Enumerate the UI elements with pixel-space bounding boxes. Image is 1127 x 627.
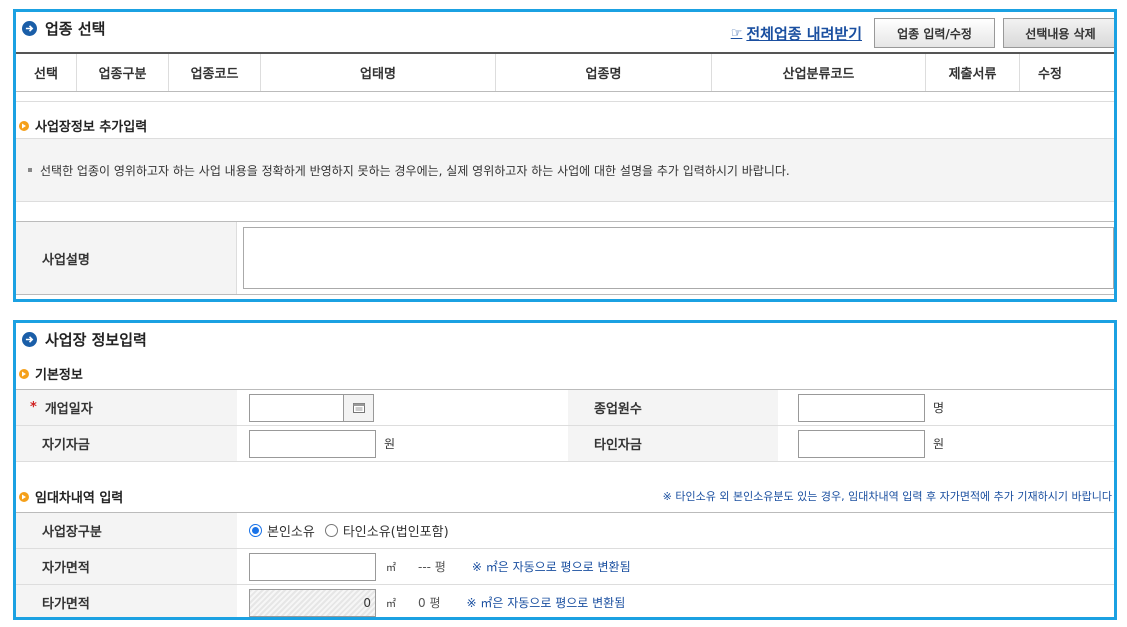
basic-info-title-text: 기본정보	[35, 368, 83, 383]
basic-row-1: * 개업일자 종업원수 명	[16, 390, 1114, 426]
col-industry-name[interactable]: 업종명	[496, 54, 712, 91]
other-area-hint: ※ ㎡은 자동으로 평으로 변환됨	[466, 596, 626, 610]
lease-row-own-area: 자가면적 ㎡ --- 평 ※ ㎡은 자동으로 평으로 변환됨	[16, 549, 1114, 585]
arrow-circle-icon	[22, 332, 37, 347]
workplace-info-panel: 사업장 정보입력 기본정보 * 개업일자 종업원수 명 자기자금 원 타인자금 …	[13, 320, 1117, 620]
radio-own[interactable]: 본인소유	[249, 521, 315, 540]
other-capital-label: 타인자금	[568, 426, 778, 461]
required-mark: *	[30, 400, 37, 415]
industry-edit-button[interactable]: 업종 입력/수정	[874, 18, 995, 48]
own-area-input[interactable]	[249, 552, 376, 581]
radio-own-label: 본인소유	[267, 525, 315, 540]
lease-note: ※ 타인소유 외 본인소유분도 있는 경우, 임대차내역 입력 후 자가면적에 …	[662, 490, 1112, 503]
notice-text: 선택한 업종이 영위하고자 하는 사업 내용을 정확하게 반영하지 못하는 경우…	[40, 163, 790, 178]
own-area-pyeong: --- 평	[418, 560, 446, 574]
lease-row-type: 사업장구분 본인소유 타인소유(법인포함)	[16, 513, 1114, 549]
other-area-input: 0	[249, 588, 376, 617]
extra-info-title-text: 사업장정보 추가입력	[35, 120, 148, 135]
extra-info-title: 사업장정보 추가입력	[19, 116, 147, 135]
own-area-unit: ㎡	[386, 563, 396, 574]
bullet-icon	[28, 168, 32, 172]
own-area-label: 자가면적	[16, 549, 237, 584]
hand-pointer-icon: ☞	[730, 26, 743, 41]
industry-title-text: 업종 선택	[45, 20, 106, 38]
basic-info-title: 기본정보	[19, 364, 83, 383]
industry-section-title: 업종 선택	[22, 18, 105, 39]
own-capital-label: 자기자금	[16, 426, 237, 461]
lease-title: 임대차내역 입력	[19, 487, 123, 506]
radio-own-dot[interactable]	[249, 524, 262, 537]
other-capital-input[interactable]	[798, 429, 925, 458]
download-all-industries-link[interactable]: ☞ 전체업종 내려받기	[731, 23, 862, 44]
basic-info-table: * 개업일자 종업원수 명 자기자금 원 타인자금 원	[16, 389, 1114, 462]
radio-other-label: 타인소유(법인포함)	[342, 525, 449, 540]
other-area-unit: ㎡	[386, 599, 396, 610]
orange-arrow-icon	[19, 491, 29, 502]
other-area-label: 타가면적	[16, 585, 237, 617]
employees-unit: 명	[933, 401, 945, 415]
extra-info-notice: 선택한 업종이 영위하고자 하는 사업 내용을 정확하게 반영하지 못하는 경우…	[16, 138, 1114, 202]
orange-arrow-icon	[19, 368, 29, 379]
basic-row-2: 자기자금 원 타인자금 원	[16, 426, 1114, 462]
own-capital-unit: 원	[384, 437, 396, 451]
lease-table: 사업장구분 본인소유 타인소유(법인포함) 자가면적 ㎡ --- 평 ※ ㎡은 …	[16, 512, 1114, 617]
col-select[interactable]: 선택	[16, 54, 77, 91]
other-area-pyeong: 0 평	[418, 596, 441, 610]
col-industry-type[interactable]: 업종구분	[77, 54, 169, 91]
industry-panel: 업종 선택 ☞ 전체업종 내려받기 업종 입력/수정 선택내용 삭제 선택 업종…	[13, 9, 1117, 302]
own-area-hint: ※ ㎡은 자동으로 평으로 변환됨	[471, 560, 631, 574]
employees-input[interactable]	[798, 393, 925, 422]
download-link-text: 전체업종 내려받기	[746, 25, 862, 43]
workplace-type-label: 사업장구분	[16, 513, 237, 548]
calendar-icon[interactable]	[344, 393, 374, 422]
col-edit[interactable]: 수정	[1020, 54, 1080, 91]
delete-selection-button[interactable]: 선택내용 삭제	[1003, 18, 1114, 48]
lease-title-text: 임대차내역 입력	[35, 491, 124, 506]
radio-other[interactable]: 타인소유(법인포함)	[324, 521, 449, 540]
lease-row-other-area: 타가면적 0 ㎡ 0 평 ※ ㎡은 자동으로 평으로 변환됨	[16, 585, 1114, 617]
industry-table-header: 선택 업종구분 업종코드 업태명 업종명 산업분류코드 제출서류 수정	[16, 52, 1114, 92]
open-date-input[interactable]	[249, 393, 344, 422]
open-date-label: * 개업일자	[16, 390, 237, 425]
own-capital-input[interactable]	[249, 429, 376, 458]
col-documents[interactable]: 제출서류	[926, 54, 1020, 91]
business-description-label: 사업설명	[16, 222, 237, 294]
radio-other-dot[interactable]	[324, 524, 338, 537]
open-date-label-text: 개업일자	[44, 402, 93, 417]
col-business-type[interactable]: 업태명	[261, 54, 496, 91]
orange-arrow-icon	[19, 120, 29, 131]
col-industry-class-code[interactable]: 산업분류코드	[712, 54, 926, 91]
other-capital-unit: 원	[933, 437, 945, 451]
industry-table-body	[16, 92, 1114, 102]
business-description-row: 사업설명	[16, 221, 1114, 295]
business-description-textarea[interactable]	[243, 227, 1114, 289]
workplace-section-title: 사업장 정보입력	[22, 329, 147, 350]
arrow-circle-icon	[22, 21, 37, 36]
workplace-title-text: 사업장 정보입력	[45, 331, 147, 349]
employees-label: 종업원수	[568, 390, 778, 425]
col-industry-code[interactable]: 업종코드	[169, 54, 261, 91]
